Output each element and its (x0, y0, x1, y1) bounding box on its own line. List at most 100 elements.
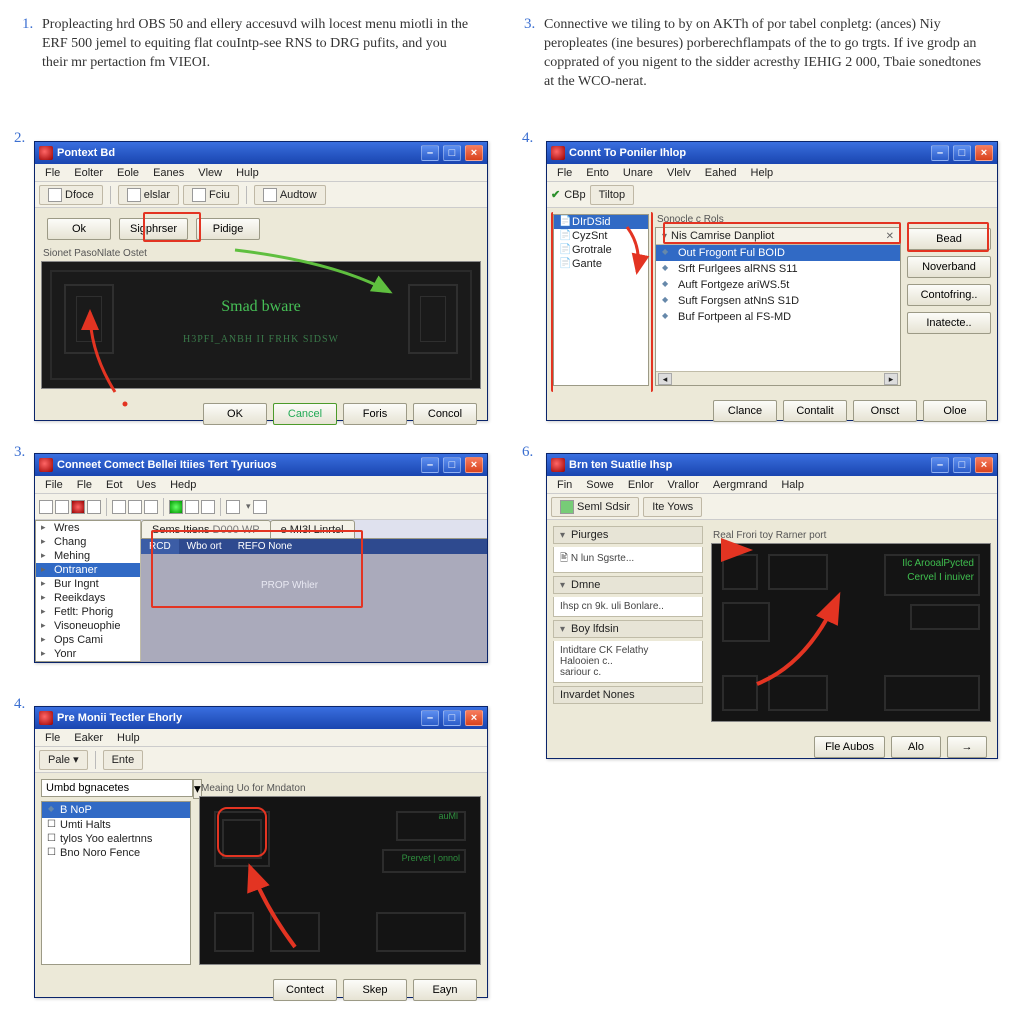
oloe-button[interactable]: Oloe (923, 400, 987, 422)
menu-view[interactable]: Vrallor (662, 478, 705, 492)
toolbar[interactable]: Dfoce elslar Fciu Audtow (35, 182, 487, 208)
acc-piurges[interactable]: ▾Piurges (553, 526, 703, 544)
toolbar[interactable]: ✔ CBp Tiltop (547, 182, 997, 208)
titlebar[interactable]: Connt To Poniler Ihlop – □ × (547, 142, 997, 164)
main-canvas[interactable]: Sems Itiens D000 WP e MI3l Linrtel RCD W… (141, 520, 487, 662)
tree-item[interactable]: Grotrale (554, 243, 648, 257)
inatecte-button[interactable]: Inatecte.. (907, 312, 991, 334)
list-item[interactable]: Auft Fortgeze ariWS.5t (656, 277, 900, 293)
tree-item[interactable]: Fetlt: Phorig (36, 605, 140, 619)
tree-item[interactable]: Wres (36, 521, 140, 535)
skep-button[interactable]: Skep (343, 979, 407, 1001)
close-button[interactable]: × (975, 457, 993, 473)
menu-help[interactable]: Help (745, 166, 780, 180)
tool-tiltop[interactable]: Tiltop (590, 185, 635, 205)
tool-icon[interactable] (226, 500, 240, 514)
tool-icon[interactable] (87, 500, 101, 514)
nav-tree[interactable]: Wres Chang Mehing Ontraner Bur Ingnt Ree… (35, 520, 141, 662)
rules-listbox[interactable]: ▾Nis Camrise Danpliot ✕ Out Frogont Ful … (655, 227, 901, 386)
acc-piurges-body[interactable]: 🖹 N lun Sgsrte... (553, 547, 703, 573)
list-item[interactable]: Buf Fortpeen al FS-MD (656, 309, 900, 325)
dropdown-input[interactable] (41, 779, 193, 797)
list-item[interactable]: Suft Forgsen atNnS S1D (656, 293, 900, 309)
toolbar[interactable]: ▾ (35, 494, 487, 520)
menu-maker[interactable]: Eaker (68, 731, 109, 745)
tab-mi3[interactable]: e MI3l Linrtel (270, 520, 355, 538)
left-tree[interactable]: DIrDSid CyzSnt Grotrale Gante (553, 214, 649, 386)
scroll-left-icon[interactable]: ◂ (658, 373, 672, 385)
menu-help[interactable]: Hulp (111, 731, 146, 745)
menu-file[interactable]: File (39, 478, 69, 492)
contoring-button[interactable]: Contofring.. (907, 284, 991, 306)
noverband-button[interactable]: Noverband (907, 256, 991, 278)
tree-item[interactable]: Mnia (36, 661, 140, 662)
tool-dfoce[interactable]: Dfoce (39, 185, 103, 205)
tool-fciu[interactable]: Fciu (183, 185, 239, 205)
tool-icon[interactable] (253, 500, 267, 514)
close-button[interactable]: × (465, 457, 483, 473)
menubar[interactable]: Fin Sowe Enlor Vrallor Aergmrand Halp (547, 476, 997, 494)
tree-item[interactable]: Ontraner (36, 563, 140, 577)
tool-ente[interactable]: Ente (103, 750, 144, 770)
toolbar[interactable]: Seml Sdsir Ite Yows (547, 494, 997, 520)
menubar[interactable]: File Fle Eot Ues Hedp (35, 476, 487, 494)
close-button[interactable]: × (975, 145, 993, 161)
footer-foris-button[interactable]: Foris (343, 403, 407, 425)
menubar[interactable]: Fle Ento Unare Vlelv Eahed Help (547, 164, 997, 182)
tree-item[interactable]: Ops Cami (36, 633, 140, 647)
tab-sems[interactable]: Sems Itiens D000 WP (141, 520, 271, 538)
menu-file[interactable]: Fle (551, 166, 578, 180)
acc-invardet[interactable]: Invardet Nones (553, 686, 703, 704)
menu-fle[interactable]: Fle (71, 478, 98, 492)
footer-cancel-button[interactable]: Cancel (273, 403, 337, 425)
minimize-button[interactable]: – (931, 457, 949, 473)
tool-pale[interactable]: Pale ▾ (39, 750, 88, 770)
menu-editor[interactable]: Eolter (68, 166, 109, 180)
tree-item[interactable]: Chang (36, 535, 140, 549)
maximize-button[interactable]: □ (443, 145, 461, 161)
acc-dmne-body[interactable]: Ihsp cn 9k. uli Bonlare.. (553, 597, 703, 617)
maximize-button[interactable]: □ (953, 145, 971, 161)
tool-icon[interactable] (128, 500, 142, 514)
menu-aergmrand[interactable]: Aergmrand (707, 478, 773, 492)
maximize-button[interactable]: □ (953, 457, 971, 473)
menu-unare[interactable]: Unare (617, 166, 659, 180)
menu-file[interactable]: Fle (39, 731, 66, 745)
menu-help[interactable]: Hedp (164, 478, 202, 492)
col-refo[interactable]: REFO None (230, 539, 300, 554)
titlebar[interactable]: Pontext Bd – □ × (35, 142, 487, 164)
list-item[interactable]: Bno Noro Fence (42, 846, 190, 860)
titlebar[interactable]: Pre Monii Tectler Ehorly – □ × (35, 707, 487, 729)
pdige-button[interactable]: Pidige (196, 218, 260, 240)
titlebar[interactable]: Brn ten Suatlie Ihsp – □ × (547, 454, 997, 476)
menu-eot[interactable]: Eot (100, 478, 129, 492)
signfrser-button[interactable]: Sigphrser (119, 218, 188, 240)
menu-edit[interactable]: Ento (580, 166, 615, 180)
acc-dmne[interactable]: ▾Dmne (553, 576, 703, 594)
play-icon[interactable] (169, 500, 183, 514)
menubar[interactable]: Fle Eolter Eole Eanes Vlew Hulp (35, 164, 487, 182)
tree-item[interactable]: Gante (554, 257, 648, 271)
menubar[interactable]: Fle Eaker Hulp (35, 729, 487, 747)
tree-item[interactable]: Mehing (36, 549, 140, 563)
tree-item[interactable]: Reeikdays (36, 591, 140, 605)
list-item[interactable]: Umti Halts (42, 818, 190, 832)
close-button[interactable]: × (465, 145, 483, 161)
titlebar[interactable]: Conneet Comect Bellei Itiies Tert Tyuriu… (35, 454, 487, 476)
bead-button[interactable]: Bead (907, 228, 991, 250)
tree-item[interactable]: Bur Ingnt (36, 577, 140, 591)
tree-item[interactable]: CyzSnt (554, 229, 648, 243)
contalit-button[interactable]: Contalit (783, 400, 847, 422)
acc-boy-body[interactable]: Intidtare CK Felathy Halooien c.. sariou… (553, 641, 703, 683)
close-button[interactable]: × (465, 710, 483, 726)
tool-icon[interactable] (144, 500, 158, 514)
eayn-button[interactable]: Eayn (413, 979, 477, 1001)
minimize-button[interactable]: – (421, 457, 439, 473)
chevron-down-icon[interactable]: ▾ (662, 231, 667, 242)
tool-icon[interactable] (185, 500, 199, 514)
menu-ues[interactable]: Ues (131, 478, 163, 492)
menu-fin[interactable]: Fin (551, 478, 578, 492)
ok-button[interactable]: Ok (47, 218, 111, 240)
close-header-icon[interactable]: ✕ (886, 231, 894, 242)
col-wboort[interactable]: Wbo ort (179, 539, 230, 554)
